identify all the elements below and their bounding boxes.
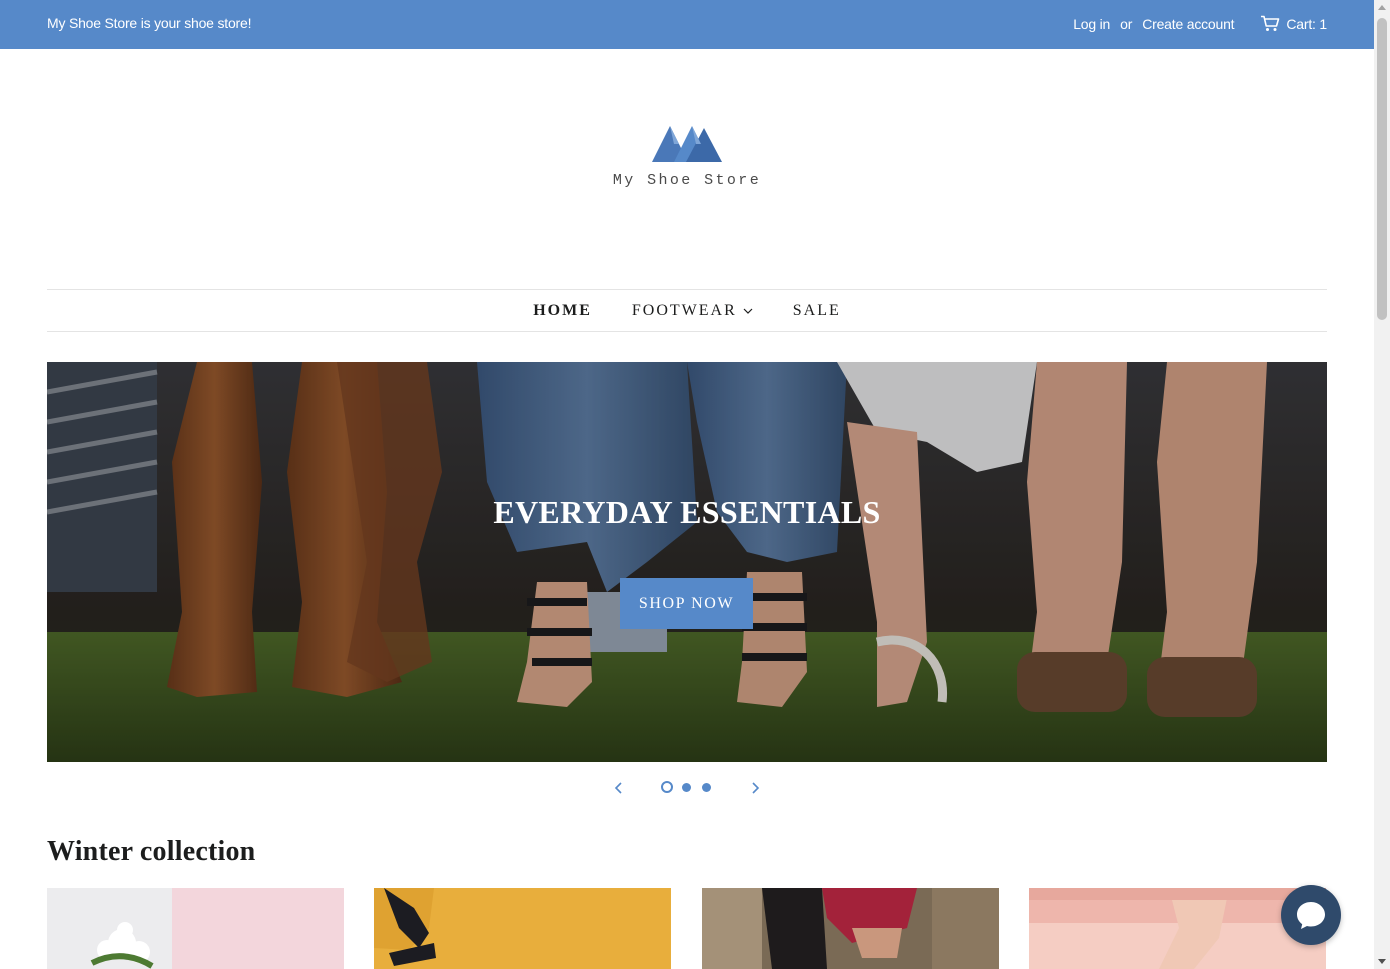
chat-widget-button[interactable] <box>1281 885 1341 945</box>
create-account-link[interactable]: Create account <box>1142 16 1234 32</box>
product-card[interactable] <box>702 888 999 969</box>
product-image <box>47 888 344 969</box>
nav-item-footwear[interactable]: FOOTWEAR <box>632 302 753 320</box>
main-navigation: HOME FOOTWEAR SALE <box>47 289 1327 332</box>
scroll-up-arrow-icon[interactable] <box>1378 5 1386 10</box>
product-image <box>1029 888 1326 969</box>
scrollbar-thumb[interactable] <box>1377 18 1387 320</box>
nav-item-home[interactable]: HOME <box>533 302 592 320</box>
collection-title: Winter collection <box>47 836 256 867</box>
logo-text: My Shoe Store <box>612 172 762 189</box>
hero-headline: EVERYDAY ESSENTIALS <box>493 494 881 530</box>
nav-home-label: HOME <box>533 301 592 319</box>
product-card[interactable] <box>374 888 671 969</box>
hero-overlay <box>47 362 1327 762</box>
slide-next-button[interactable] <box>747 780 763 796</box>
chevron-left-icon <box>614 782 622 794</box>
chat-bubble-icon <box>1297 902 1325 929</box>
store-tagline: My Shoe Store is your shoe store! <box>47 15 252 31</box>
store-logo[interactable]: My Shoe Store <box>560 118 814 189</box>
account-links: Log in or Create account Cart: 1 <box>1073 15 1327 32</box>
page-scrollbar[interactable] <box>1374 0 1390 969</box>
slide-dot-2[interactable] <box>682 783 691 792</box>
announcement-bar: My Shoe Store is your shoe store! Log in… <box>0 0 1374 49</box>
nav-sale-label: SALE <box>792 301 841 319</box>
product-image <box>374 888 671 969</box>
nav-footwear-label: FOOTWEAR <box>631 301 737 319</box>
slide-dot-3[interactable] <box>702 783 711 792</box>
product-card[interactable] <box>47 888 344 969</box>
product-image <box>702 888 999 969</box>
cart-count-label: Cart: 1 <box>1286 15 1327 32</box>
cart-icon <box>1261 15 1280 31</box>
shop-now-button[interactable]: SHOP NOW <box>620 578 753 629</box>
hero-slideshow: EVERYDAY ESSENTIALS SHOP NOW <box>47 362 1327 762</box>
slideshow-controls <box>0 776 1374 800</box>
or-separator: or <box>1120 15 1133 32</box>
product-grid <box>47 888 1327 969</box>
slide-dot-1[interactable] <box>661 781 673 793</box>
chevron-down-icon <box>743 308 753 314</box>
scroll-down-arrow-icon[interactable] <box>1378 959 1386 964</box>
nav-item-sale[interactable]: SALE <box>793 302 841 320</box>
login-link[interactable]: Log in <box>1073 16 1110 32</box>
cart-link[interactable]: Cart: 1 <box>1260 15 1327 32</box>
mountain-logo-icon <box>652 126 722 162</box>
chevron-right-icon <box>752 782 760 794</box>
product-card[interactable] <box>1029 888 1326 969</box>
slide-prev-button[interactable] <box>611 780 627 796</box>
